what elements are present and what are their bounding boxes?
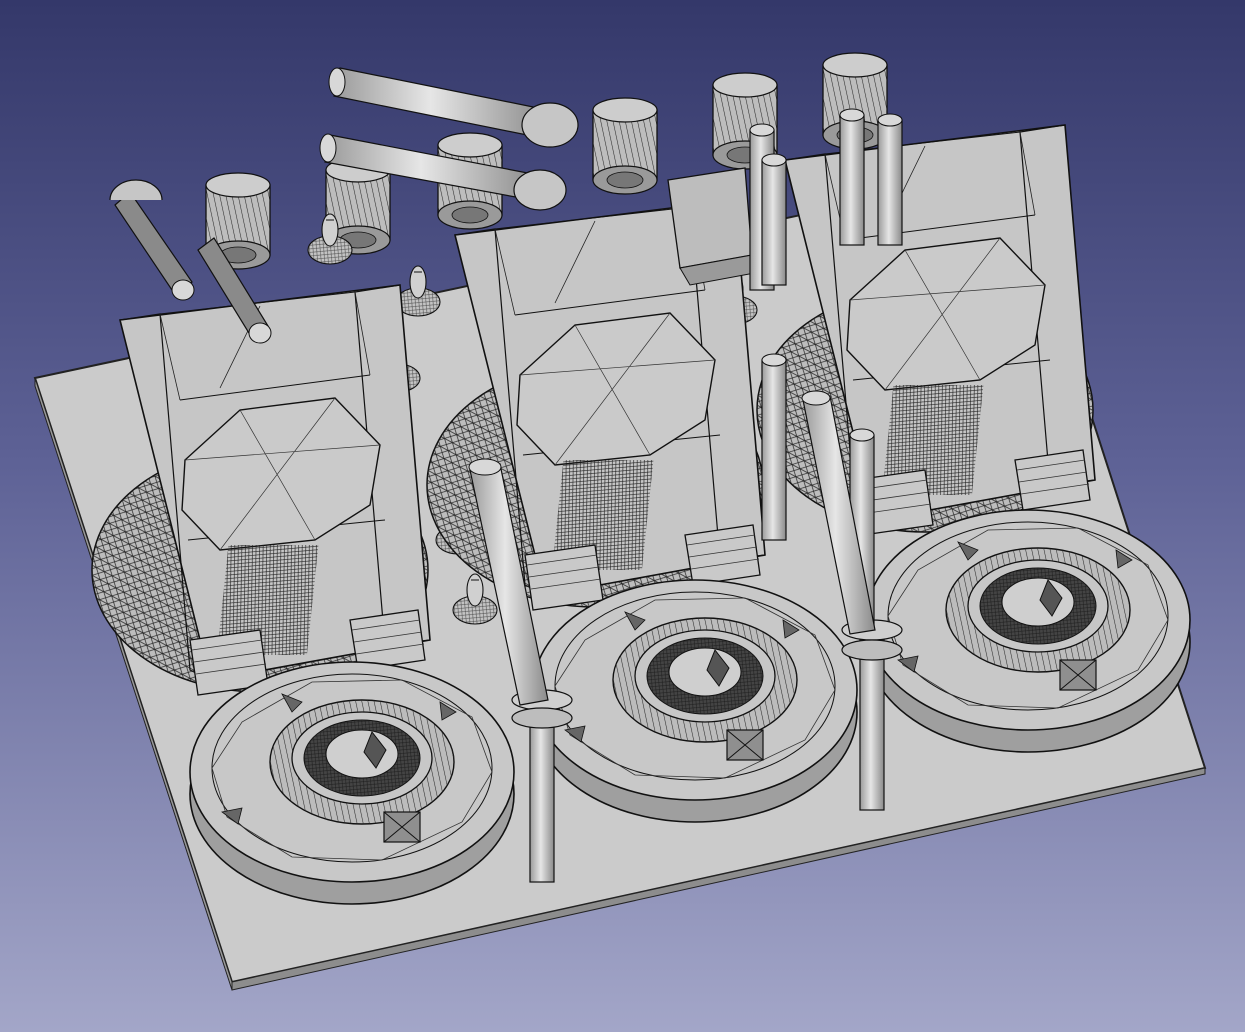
box-block[interactable] bbox=[667, 167, 761, 286]
post[interactable] bbox=[761, 353, 787, 541]
3d-viewport[interactable] bbox=[0, 0, 1245, 1032]
mesh-scene[interactable] bbox=[0, 0, 1245, 1032]
tank-hull-3[interactable] bbox=[756, 124, 1096, 536]
barrel[interactable] bbox=[109, 179, 163, 201]
tank-hull-1[interactable] bbox=[91, 284, 431, 696]
turret-2[interactable] bbox=[532, 579, 858, 823]
turret-3[interactable] bbox=[865, 509, 1191, 753]
turret-1[interactable] bbox=[189, 661, 515, 905]
post[interactable] bbox=[877, 113, 903, 246]
wheel-part[interactable] bbox=[592, 97, 658, 195]
barrel[interactable] bbox=[114, 191, 195, 301]
post[interactable] bbox=[839, 108, 865, 246]
post[interactable] bbox=[761, 153, 787, 286]
